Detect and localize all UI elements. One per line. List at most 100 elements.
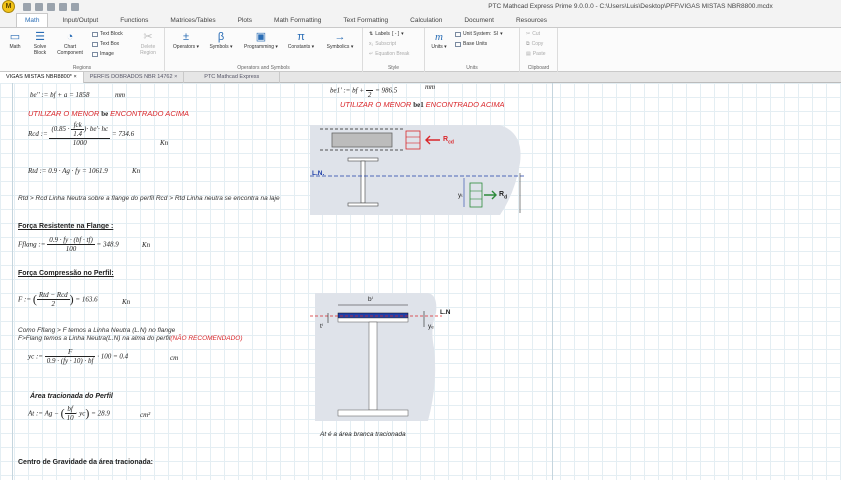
f-unit: Kn — [122, 298, 131, 306]
ribbon-tabs: Math Input/Output Functions Matrices/Tab… — [0, 13, 841, 28]
operators-icon: ± — [182, 31, 190, 43]
fflang-formula[interactable]: Fflang := 0.9 · fy · (bf · tf) 100 = 348.… — [18, 236, 119, 253]
copy-button[interactable]: ⧉ Copy — [526, 41, 543, 47]
doc-tab-vigas-mistas[interactable]: VIGAS MISTAS NBR8800* × — [0, 72, 84, 83]
tab-math[interactable]: Math — [16, 13, 49, 27]
clipboard-group: ✂ Cut ⧉ Copy ▤ Paste Clipboard — [520, 28, 558, 72]
base-units-icon — [455, 41, 461, 47]
doc-tab-perfis-dobrados[interactable]: PERFIS DOBRADOS NBR 14762 × — [84, 72, 185, 83]
ibeam-section-diagram — [310, 293, 442, 421]
be-formula[interactable]: be'' := bf + a = 1858 — [30, 91, 90, 99]
operators-symbols-group: ± Operators ▾ β Symbols ▾ ▣ Programming … — [165, 28, 363, 72]
ibeam-top-flange — [337, 312, 409, 319]
be-unit: mm — [115, 91, 126, 99]
copy-icon: ⧉ — [526, 41, 530, 47]
fflang-unit: Kn — [142, 241, 151, 249]
use-lesser-note-2[interactable]: UTILIZAR O MENOR be1 ENCONTRADO ACIMA — [340, 100, 505, 109]
subscript-button[interactable]: x₁ Subscript — [369, 41, 396, 47]
delete-icon: ✂ — [143, 31, 153, 43]
use-lesser-note-1[interactable]: UTILIZAR O MENOR be ENCONTRADO ACIMA — [28, 109, 189, 118]
ln-note-1[interactable]: Como Fflang > F temos a Linha Neutra (L.… — [18, 327, 175, 335]
centroid-title[interactable]: Centro de Gravidade da área tracionada: — [18, 459, 153, 466]
rtd-unit: Kn — [132, 167, 141, 175]
ibeam-section-figure[interactable]: bⁱ L.N tⁱ yₑ — [310, 293, 455, 423]
window-title: PTC Mathcad Express Prime 9.0.0.0 - C:\U… — [488, 3, 773, 10]
top-flange — [347, 157, 379, 162]
programming-button[interactable]: ▣ Programming ▾ — [241, 31, 281, 50]
bottom-flange — [347, 202, 379, 207]
tab-functions[interactable]: Functions — [112, 15, 156, 27]
regions-group: ▭ Math ☰ Solve Block ◔ Chart Component T… — [0, 28, 165, 72]
operators-button[interactable]: ± Operators ▾ — [171, 31, 201, 50]
tab-text-formatting[interactable]: Text Formatting — [335, 15, 396, 27]
force-flange-title[interactable]: Força Resistente na Flange : — [18, 223, 113, 230]
rtd-note[interactable]: Rtd > Rcd Linha Neutra sobre a flange do… — [18, 195, 308, 203]
paste-icon: ▤ — [526, 51, 531, 57]
unit-system-icon — [455, 31, 461, 37]
f-formula[interactable]: F := (Rtd − Rcd 2) = 163.6 — [18, 291, 98, 308]
composite-beam-figure[interactable]: L.N. Rcd Rd yₜ — [310, 123, 524, 219]
be1-formula[interactable]: be1' := bf + 2 = 986.5 — [330, 83, 397, 100]
fig2-caption[interactable]: At é a área branca tracionada — [320, 431, 406, 438]
tab-resources[interactable]: Resources — [508, 15, 555, 27]
tab-matrices-tables[interactable]: Matrices/Tables — [162, 15, 223, 27]
symbolics-button[interactable]: → Symbolics ▾ — [323, 31, 357, 50]
image-button[interactable]: Image — [92, 51, 114, 57]
arrow-icon: → — [334, 31, 346, 43]
rcd-formula[interactable]: Rcd := (0.85 · fck 1.4)· be'· hc 1000 = 7… — [28, 121, 134, 147]
ibeam-web — [368, 321, 378, 411]
area-title[interactable]: Área tracionada do Perfil — [30, 393, 113, 400]
title-bar: M PTC Mathcad Express Prime 9.0.0.0 - C:… — [0, 0, 841, 13]
constants-button[interactable]: π Constants ▾ — [285, 31, 317, 50]
chart-icon: ◔ — [66, 31, 74, 43]
ln-note-2[interactable]: F>Flang temos a Linha Neutra(L.N) na alm… — [18, 335, 243, 343]
page-boundary-line — [552, 83, 553, 480]
fig1-ln-label: L.N. — [312, 170, 325, 177]
document-tabs: VIGAS MISTAS NBR8800* × PERFIS DOBRADOS … — [0, 72, 841, 83]
text-block-button[interactable]: Text Block — [92, 31, 123, 37]
fig1-yt-label: yₜ — [458, 192, 464, 199]
cut-icon: ✂ — [526, 31, 531, 37]
force-compression-title[interactable]: Força Compressão no Perfil: — [18, 270, 114, 277]
units-group: m Units ▾ Unit System: SI ▾ Base Units Un… — [425, 28, 520, 72]
ibeam-top-flange-tension — [337, 317, 409, 323]
solve-block-icon: ☰ — [35, 31, 45, 43]
base-units-button[interactable]: Base Units — [455, 41, 487, 47]
math-region-button[interactable]: ▭ Math — [4, 31, 26, 50]
at-unit: cm² — [140, 411, 151, 419]
labels-icon: ⇅ — [369, 31, 374, 37]
tab-math-formatting[interactable]: Math Formatting — [266, 15, 329, 27]
chart-component-button[interactable]: ◔ Chart Component — [54, 31, 86, 56]
ibeam-bottom-flange — [337, 409, 409, 417]
symbols-button[interactable]: β Symbols ▾ — [207, 31, 235, 50]
text-box-button[interactable]: Text Box — [92, 41, 119, 47]
solve-block-button[interactable]: ☰ Solve Block — [28, 31, 52, 56]
concrete-slab — [331, 132, 393, 148]
close-icon[interactable]: × — [174, 74, 177, 80]
pi-icon: π — [297, 31, 305, 43]
ribbon: ▭ Math ☰ Solve Block ◔ Chart Component T… — [0, 28, 841, 72]
tab-input-output[interactable]: Input/Output — [54, 15, 106, 27]
style-group: ⇅ Labels[ - ] ▾ x₁ Subscript ↵ Equation Bre… — [363, 28, 425, 72]
fig1-rcd-label: Rcd — [443, 136, 454, 146]
tab-plots[interactable]: Plots — [230, 15, 260, 27]
equation-break-button[interactable]: ↵ Equation Break — [369, 51, 409, 57]
fig2-yc-label: yₑ — [428, 323, 434, 330]
paste-button[interactable]: ▤ Paste — [526, 51, 546, 57]
beta-icon: β — [217, 31, 225, 43]
rtd-formula[interactable]: Rtd := 0.9 · Ag · fy = 1061.9 — [28, 167, 108, 175]
at-formula[interactable]: At := Ag − (bf 10 · yc) = 28.9 — [28, 405, 110, 422]
yc-formula[interactable]: yc := F 0.9 · (fy · 10) · bf · 100 = 0.4 — [28, 348, 128, 365]
labels-dropdown[interactable]: ⇅ Labels[ - ] ▾ — [369, 31, 404, 37]
close-icon[interactable]: × — [73, 74, 76, 80]
worksheet[interactable]: be'' := bf + a = 1858 mm UTILIZAR O MENO… — [0, 83, 841, 480]
image-icon — [92, 51, 98, 57]
cut-button[interactable]: ✂ Cut — [526, 31, 540, 37]
doc-tab-ptc-mathcad-express[interactable]: PTC Mathcad Express — [184, 72, 281, 83]
unit-system-dropdown[interactable]: Unit System: SI ▾ — [455, 31, 503, 37]
tab-document[interactable]: Document — [456, 15, 502, 27]
tab-calculation[interactable]: Calculation — [402, 15, 450, 27]
units-button[interactable]: m Units ▾ — [429, 31, 449, 50]
delete-region-button[interactable]: ✂ Delete Region — [135, 31, 161, 56]
composite-beam-diagram — [310, 125, 524, 215]
